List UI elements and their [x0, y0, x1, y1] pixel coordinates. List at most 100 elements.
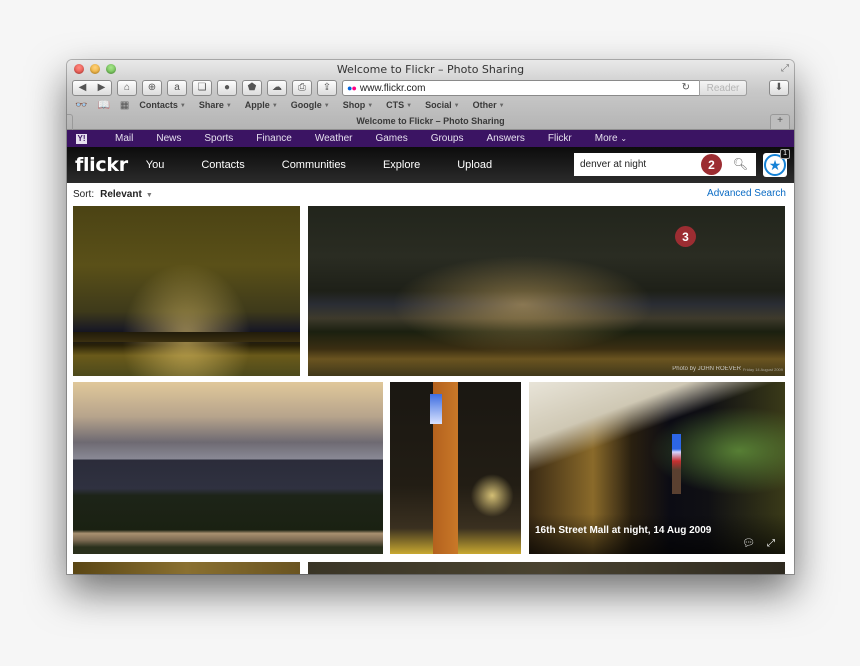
annotation-badge-3: 3 — [675, 226, 696, 247]
home-icon: ⌂ — [123, 82, 131, 93]
extension-circle-icon: ● — [223, 82, 231, 93]
yahoo-nav-news[interactable]: News — [156, 133, 181, 144]
bookmarks-book-icon[interactable]: 📖 — [97, 100, 109, 111]
notification-count[interactable]: 1 — [780, 149, 790, 159]
annotation-badge-2: 2 — [701, 154, 722, 175]
top-sites-grid-icon[interactable]: ▦ — [120, 100, 129, 111]
extension-button[interactable]: ● — [217, 80, 237, 96]
back-forward-buttons[interactable]: ◀ ▶ — [72, 80, 112, 96]
caret-down-icon: ▼ — [498, 102, 505, 109]
reader-button[interactable]: Reader — [699, 80, 747, 96]
search-query[interactable]: denver at night — [580, 159, 646, 170]
yahoo-nav-more[interactable]: More ⌄ — [595, 133, 627, 144]
bookmarks-bar: 👓 📖 ▦ Contacts ▼ Share ▼ Apple ▼ Google ▼ Sh… — [75, 98, 789, 112]
search-input[interactable]: denver at night 2 🔍︎ — [574, 153, 756, 176]
bookmark-shop[interactable]: Shop ▼ — [343, 100, 373, 110]
yahoo-nav-finance[interactable]: Finance — [256, 133, 292, 144]
amazon-icon: a — [174, 82, 180, 93]
photo-partial-bottom-left[interactable] — [73, 562, 300, 574]
bookmark-apple[interactable]: Apple ▼ — [245, 100, 278, 110]
new-tab-button[interactable]: + — [770, 114, 790, 129]
flickr-header: flickr You Contacts Communities Explore … — [67, 147, 794, 183]
photo-denver-skyline-dusk-park[interactable] — [73, 382, 383, 554]
caret-down-icon: ▼ — [271, 102, 278, 109]
browser-chrome: Welcome to Flickr – Photo Sharing ⤢ ◀ ▶ … — [67, 60, 794, 130]
safari-window: Welcome to Flickr – Photo Sharing ⤢ ◀ ▶ … — [67, 60, 794, 574]
yahoo-nav-bar: Y! Mail News Sports Finance Weather Game… — [67, 130, 794, 147]
chevron-down-icon: ⌄ — [620, 134, 628, 143]
user-avatar[interactable]: ★ 1 — [763, 149, 790, 177]
extension-shape-icon: ⬟ — [247, 82, 257, 93]
caret-down-icon: ▼ — [453, 102, 460, 109]
search-icon[interactable]: 🔍︎ — [733, 157, 748, 171]
bookmark-social[interactable]: Social ▼ — [425, 100, 459, 110]
active-tab[interactable]: Welcome to Flickr – Photo Sharing — [67, 116, 794, 126]
bookmark-google[interactable]: Google ▼ — [291, 100, 330, 110]
bookmark-contacts[interactable]: Contacts ▼ — [139, 100, 185, 110]
photo-partial-bottom-right[interactable] — [308, 562, 785, 574]
flickr-logo[interactable]: flickr — [75, 154, 128, 176]
print-button[interactable]: ⎙ — [292, 80, 312, 96]
sort-dropdown[interactable]: Relevant ▼ — [100, 189, 153, 200]
caret-down-icon: ▼ — [145, 191, 153, 199]
downloads-button[interactable]: ⬇ — [769, 80, 789, 96]
photo-denver-skyline-night-panorama[interactable]: 3 Photo by JOHN ROEVER Friday 14 August … — [308, 206, 785, 376]
evernote-button[interactable]: ❏ — [192, 80, 212, 96]
bookmark-share[interactable]: Share ▼ — [199, 100, 232, 110]
caret-down-icon: ▼ — [406, 102, 413, 109]
evernote-icon: ❏ — [197, 82, 207, 93]
reload-icon[interactable]: ↻ — [682, 82, 690, 93]
photo-credit: Photo by JOHN ROEVER — [672, 366, 741, 372]
tower-in-distance — [672, 434, 681, 494]
nav-contacts[interactable]: Contacts — [201, 159, 244, 171]
yahoo-nav-weather[interactable]: Weather — [315, 133, 353, 144]
amazon-button[interactable]: a — [167, 80, 187, 96]
reading-list-icon[interactable]: 👓 — [75, 100, 87, 111]
yahoo-nav-flickr[interactable]: Flickr — [548, 133, 572, 144]
photo-16th-street-mall-night[interactable]: 16th Street Mall at night, 14 Aug 2009 💬… — [529, 382, 785, 554]
photo-credit-date: Friday 14 August 2009 — [742, 367, 783, 372]
yahoo-nav-groups[interactable]: Groups — [431, 133, 464, 144]
cloud-button[interactable]: ☁ — [267, 80, 287, 96]
browser-toolbar: ◀ ▶ ⌂ ⊕ a ❏ ● ⬟ ☁ ⎙ ⇪ ●● www.flickr.com … — [72, 79, 789, 97]
advanced-search-link[interactable]: Advanced Search — [707, 188, 786, 199]
sort-row: Sort: Relevant ▼ Advanced Search — [67, 183, 794, 205]
comment-icon[interactable]: 💬︎ — [742, 538, 755, 549]
nav-communities[interactable]: Communities — [282, 159, 346, 171]
yahoo-nav-games[interactable]: Games — [375, 133, 407, 144]
caret-down-icon: ▼ — [323, 102, 330, 109]
yahoo-nav-sports[interactable]: Sports — [204, 133, 233, 144]
photo-caption[interactable]: 16th Street Mall at night, 14 Aug 2009 — [535, 525, 711, 536]
tower-spire — [430, 394, 442, 424]
print-icon: ⎙ — [298, 82, 306, 93]
sort-label: Sort: — [73, 188, 95, 200]
sort-value: Relevant — [100, 188, 142, 200]
add-bookmark-button[interactable]: ⊕ — [142, 80, 162, 96]
expand-icon[interactable]: ⤢ — [767, 538, 775, 549]
flickr-favicon: ●● — [347, 83, 357, 93]
caret-down-icon: ▼ — [367, 102, 374, 109]
bookmark-cts[interactable]: CTS ▼ — [386, 100, 412, 110]
url-text[interactable]: www.flickr.com — [360, 83, 426, 94]
photo-denver-skyline-cloudy-night[interactable] — [73, 206, 300, 376]
nav-you[interactable]: You — [146, 159, 165, 171]
share-button[interactable]: ⇪ — [317, 80, 337, 96]
photo-daniels-fisher-tower-night[interactable] — [390, 382, 521, 554]
download-icon: ⬇ — [774, 82, 784, 93]
yahoo-nav-mail[interactable]: Mail — [115, 133, 133, 144]
back-icon[interactable]: ◀ — [79, 83, 87, 93]
forward-icon[interactable]: ▶ — [98, 83, 106, 93]
caret-down-icon: ▼ — [225, 102, 232, 109]
share-icon: ⇪ — [322, 82, 332, 93]
address-bar[interactable]: ●● www.flickr.com ↻ Reader — [342, 80, 747, 96]
yahoo-logo[interactable]: Y! — [76, 133, 87, 144]
caret-down-icon: ▼ — [179, 102, 186, 109]
bookmark-other[interactable]: Other ▼ — [473, 100, 505, 110]
fullscreen-icon[interactable]: ⤢ — [781, 63, 789, 74]
extension-button-2[interactable]: ⬟ — [242, 80, 262, 96]
nav-upload[interactable]: Upload — [457, 159, 492, 171]
nav-explore[interactable]: Explore — [383, 159, 420, 171]
tab-bar: Welcome to Flickr – Photo Sharing + — [67, 114, 794, 130]
yahoo-nav-answers[interactable]: Answers — [487, 133, 525, 144]
home-button[interactable]: ⌂ — [117, 80, 137, 96]
